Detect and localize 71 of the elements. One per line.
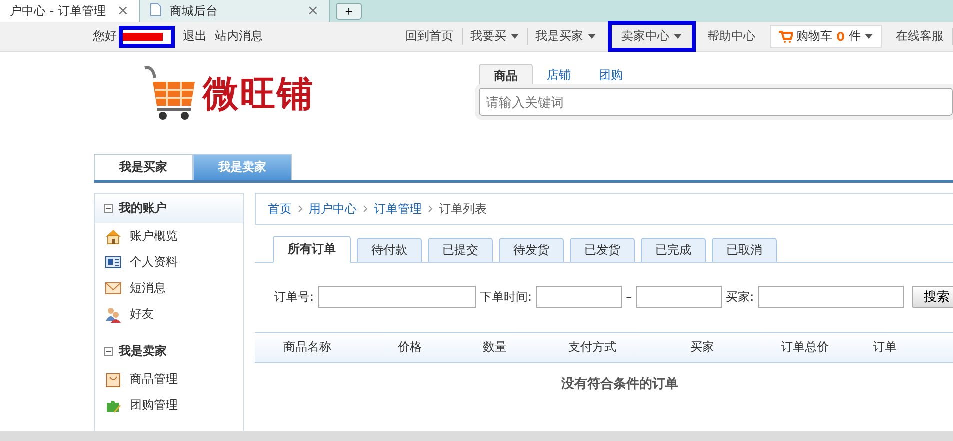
column-header: 订单 [872,339,898,356]
order-tab[interactable]: 已取消 [712,238,777,262]
search-button[interactable]: 搜索 [912,286,953,308]
redaction-mark [119,26,175,48]
column-header: 商品名称 [282,339,332,356]
empty-message: 没有符合条件的订单 [560,376,680,393]
buyer-field[interactable] [758,286,904,308]
end-date-field[interactable] [636,286,722,308]
range-separator: – [626,290,632,304]
page-icon [150,2,162,16]
column-header: 数量 [482,339,508,356]
bag-icon [105,370,122,388]
search-tab[interactable]: 团购 [585,64,637,88]
search-tab[interactable]: 店铺 [533,64,585,88]
caret-icon [674,34,682,39]
sidebar-item[interactable]: 个人资料 [95,249,243,275]
chevron-icon [363,205,368,213]
logo-text: 微旺铺 [203,72,314,116]
field-label: 订单号: [274,288,314,306]
sidebar-section-header[interactable]: 我是卖家 [95,337,243,366]
column-header: 价格 [397,339,423,356]
envelope-icon [105,280,122,296]
breadcrumb-link[interactable]: 订单管理 [374,200,422,218]
column-header: 买家 [690,339,716,356]
collapse-icon[interactable] [104,347,113,356]
order-tab[interactable]: 已提交 [428,238,493,262]
order-tab[interactable]: 已完成 [641,238,706,262]
top-menu[interactable]: 我要买 [462,28,528,45]
chevron-icon [298,205,303,213]
close-icon[interactable]: × [307,3,319,19]
column-header: 支付方式 [568,339,618,356]
order-tab[interactable]: 所有订单 [273,236,351,263]
top-link[interactable]: 退出 [183,28,207,45]
top-menu[interactable]: 我是买家 [528,28,604,45]
close-icon[interactable]: × [117,3,129,19]
greeting: 您好 [93,28,117,45]
sidebar-item[interactable]: 商品管理 [95,366,243,392]
role-tab[interactable]: 我是买家 [94,154,193,180]
people-icon [105,306,122,322]
top-link[interactable]: 站内消息 [215,28,263,45]
caret-icon [865,34,873,39]
browser-tab[interactable]: 商城后台 × [140,0,330,22]
browser-tab[interactable]: 户中心 - 订单管理 × [0,0,140,22]
breadcrumb-link[interactable]: 首页 [268,200,292,218]
field-label: 下单时间: [480,288,532,306]
sidebar-item[interactable]: 短消息 [95,275,243,301]
house-icon [105,228,122,244]
order-tab[interactable]: 待付款 [357,238,422,262]
top-link[interactable]: 回到首页 [398,28,463,45]
sidebar-item[interactable]: 账户概览 [95,223,243,249]
order-tab[interactable]: 待发货 [499,238,564,262]
column-header: 订单总价 [780,339,830,356]
top-link[interactable]: 帮助中心 [700,28,764,45]
card-icon [105,254,122,270]
new-tab-button[interactable]: + [336,3,362,20]
cart-icon [778,30,793,42]
caret-icon [510,34,519,39]
breadcrumb-link[interactable]: 用户中心 [309,200,357,218]
start-date-field[interactable] [536,286,622,308]
chevron-icon [428,205,433,213]
top-link[interactable]: 在线客服 [888,28,953,45]
sidebar-item[interactable]: 好友 [95,301,243,327]
collapse-icon[interactable] [104,204,113,213]
caret-icon [588,34,596,39]
cart-button[interactable]: 购物车 0 件 [770,25,882,48]
field-label: 买家: [726,288,754,306]
order-number-field[interactable] [318,286,476,308]
breadcrumb-link[interactable]: 订单列表 [439,200,487,218]
top-menu[interactable]: 卖家中心 [608,21,696,52]
sidebar-item[interactable]: 团购管理 [95,392,243,418]
order-tab[interactable]: 已发货 [570,238,635,262]
